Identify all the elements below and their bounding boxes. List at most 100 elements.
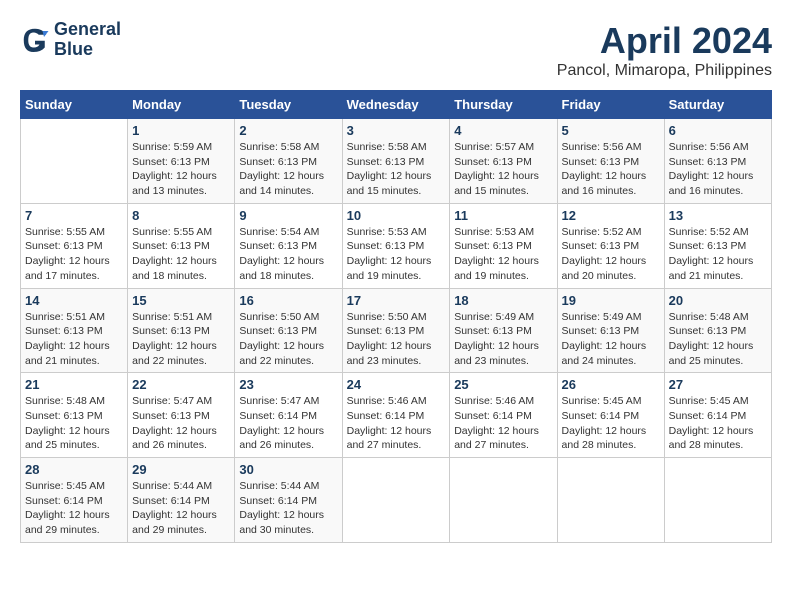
day-number: 23 — [239, 377, 337, 392]
calendar-week-4: 21 Sunrise: 5:48 AM Sunset: 6:13 PM Dayli… — [21, 373, 772, 458]
day-number: 12 — [562, 208, 660, 223]
calendar-cell: 5 Sunrise: 5:56 AM Sunset: 6:13 PM Daylig… — [557, 119, 664, 204]
calendar-cell: 19 Sunrise: 5:49 AM Sunset: 6:13 PM Dayli… — [557, 288, 664, 373]
calendar-cell: 24 Sunrise: 5:46 AM Sunset: 6:14 PM Dayli… — [342, 373, 450, 458]
day-info: Sunrise: 5:48 AM Sunset: 6:13 PM Dayligh… — [25, 394, 123, 453]
weekday-header-thursday: Thursday — [450, 91, 557, 119]
calendar-week-1: 1Sunrise: 5:59 AM Sunset: 6:13 PM Daylig… — [21, 119, 772, 204]
day-info: Sunrise: 5:56 AM Sunset: 6:13 PM Dayligh… — [562, 140, 660, 199]
calendar-cell: 18 Sunrise: 5:49 AM Sunset: 6:13 PM Dayli… — [450, 288, 557, 373]
day-info: Sunrise: 5:47 AM Sunset: 6:13 PM Dayligh… — [132, 394, 230, 453]
day-info: Sunrise: 5:58 AM Sunset: 6:13 PM Dayligh… — [347, 140, 446, 199]
day-number: 27 — [669, 377, 767, 392]
day-number: 29 — [132, 462, 230, 477]
location-subtitle: Pancol, Mimaropa, Philippines — [557, 62, 772, 80]
month-year-title: April 2024 — [557, 20, 772, 62]
calendar-cell — [21, 119, 128, 204]
day-info: Sunrise: 5:49 AM Sunset: 6:13 PM Dayligh… — [562, 310, 660, 369]
day-number: 22 — [132, 377, 230, 392]
calendar-cell: 20 Sunrise: 5:48 AM Sunset: 6:13 PM Dayli… — [664, 288, 771, 373]
day-number: 7 — [25, 208, 123, 223]
day-info: Sunrise: 5:47 AM Sunset: 6:14 PM Dayligh… — [239, 394, 337, 453]
day-info: Sunrise: 5:55 AM Sunset: 6:13 PM Dayligh… — [25, 225, 123, 284]
calendar-cell: 6 Sunrise: 5:56 AM Sunset: 6:13 PM Daylig… — [664, 119, 771, 204]
calendar-cell: 4 Sunrise: 5:57 AM Sunset: 6:13 PM Daylig… — [450, 119, 557, 204]
day-info: Sunrise: 5:52 AM Sunset: 6:13 PM Dayligh… — [562, 225, 660, 284]
calendar-cell: 13Sunrise: 5:52 AM Sunset: 6:13 PM Dayli… — [664, 203, 771, 288]
day-info: Sunrise: 5:50 AM Sunset: 6:13 PM Dayligh… — [239, 310, 337, 369]
day-number: 28 — [25, 462, 123, 477]
title-section: April 2024 Pancol, Mimaropa, Philippines — [557, 20, 772, 80]
day-number: 16 — [239, 293, 337, 308]
weekday-header-tuesday: Tuesday — [235, 91, 342, 119]
day-info: Sunrise: 5:45 AM Sunset: 6:14 PM Dayligh… — [562, 394, 660, 453]
day-number: 20 — [669, 293, 767, 308]
calendar-week-2: 7 Sunrise: 5:55 AM Sunset: 6:13 PM Daylig… — [21, 203, 772, 288]
day-info: Sunrise: 5:58 AM Sunset: 6:13 PM Dayligh… — [239, 140, 337, 199]
day-info: Sunrise: 5:56 AM Sunset: 6:13 PM Dayligh… — [669, 140, 767, 199]
day-info: Sunrise: 5:53 AM Sunset: 6:13 PM Dayligh… — [454, 225, 552, 284]
calendar-cell: 7 Sunrise: 5:55 AM Sunset: 6:13 PM Daylig… — [21, 203, 128, 288]
calendar-cell: 12 Sunrise: 5:52 AM Sunset: 6:13 PM Dayli… — [557, 203, 664, 288]
weekday-header-saturday: Saturday — [664, 91, 771, 119]
day-info: Sunrise: 5:44 AM Sunset: 6:14 PM Dayligh… — [239, 479, 337, 538]
weekday-header-monday: Monday — [128, 91, 235, 119]
day-info: Sunrise: 5:45 AM Sunset: 6:14 PM Dayligh… — [669, 394, 767, 453]
day-info: Sunrise: 5:53 AM Sunset: 6:13 PM Dayligh… — [347, 225, 446, 284]
weekday-header-sunday: Sunday — [21, 91, 128, 119]
calendar-cell — [342, 458, 450, 543]
day-info: Sunrise: 5:49 AM Sunset: 6:13 PM Dayligh… — [454, 310, 552, 369]
day-number: 6 — [669, 123, 767, 138]
day-info: Sunrise: 5:50 AM Sunset: 6:13 PM Dayligh… — [347, 310, 446, 369]
day-number: 5 — [562, 123, 660, 138]
calendar-cell: 8Sunrise: 5:55 AM Sunset: 6:13 PM Daylig… — [128, 203, 235, 288]
day-number: 4 — [454, 123, 552, 138]
day-number: 26 — [562, 377, 660, 392]
day-info: Sunrise: 5:57 AM Sunset: 6:13 PM Dayligh… — [454, 140, 552, 199]
day-info: Sunrise: 5:51 AM Sunset: 6:13 PM Dayligh… — [132, 310, 230, 369]
day-number: 11 — [454, 208, 552, 223]
calendar-header-row: SundayMondayTuesdayWednesdayThursdayFrid… — [21, 91, 772, 119]
calendar-cell: 1Sunrise: 5:59 AM Sunset: 6:13 PM Daylig… — [128, 119, 235, 204]
weekday-header-friday: Friday — [557, 91, 664, 119]
day-number: 2 — [239, 123, 337, 138]
day-info: Sunrise: 5:46 AM Sunset: 6:14 PM Dayligh… — [454, 394, 552, 453]
calendar-cell: 30 Sunrise: 5:44 AM Sunset: 6:14 PM Dayli… — [235, 458, 342, 543]
day-number: 18 — [454, 293, 552, 308]
day-number: 8 — [132, 208, 230, 223]
calendar-table: SundayMondayTuesdayWednesdayThursdayFrid… — [20, 90, 772, 543]
weekday-header-wednesday: Wednesday — [342, 91, 450, 119]
calendar-cell: 25 Sunrise: 5:46 AM Sunset: 6:14 PM Dayli… — [450, 373, 557, 458]
calendar-week-3: 14 Sunrise: 5:51 AM Sunset: 6:13 PM Dayli… — [21, 288, 772, 373]
logo-text: General Blue — [54, 20, 121, 60]
calendar-week-5: 28Sunrise: 5:45 AM Sunset: 6:14 PM Dayli… — [21, 458, 772, 543]
day-number: 24 — [347, 377, 446, 392]
day-number: 21 — [25, 377, 123, 392]
calendar-cell: 22 Sunrise: 5:47 AM Sunset: 6:13 PM Dayli… — [128, 373, 235, 458]
logo: General Blue — [20, 20, 121, 60]
calendar-cell: 14Sunrise: 5:51 AM Sunset: 6:13 PM Dayli… — [21, 288, 128, 373]
logo-icon — [20, 25, 50, 55]
day-number: 3 — [347, 123, 446, 138]
calendar-cell — [557, 458, 664, 543]
day-number: 30 — [239, 462, 337, 477]
calendar-cell: 10 Sunrise: 5:53 AM Sunset: 6:13 PM Dayli… — [342, 203, 450, 288]
day-number: 14 — [25, 293, 123, 308]
calendar-cell: 9Sunrise: 5:54 AM Sunset: 6:13 PM Daylig… — [235, 203, 342, 288]
day-number: 25 — [454, 377, 552, 392]
day-info: Sunrise: 5:48 AM Sunset: 6:13 PM Dayligh… — [669, 310, 767, 369]
calendar-cell: 17 Sunrise: 5:50 AM Sunset: 6:13 PM Dayli… — [342, 288, 450, 373]
calendar-cell: 27 Sunrise: 5:45 AM Sunset: 6:14 PM Dayli… — [664, 373, 771, 458]
calendar-cell — [664, 458, 771, 543]
day-number: 10 — [347, 208, 446, 223]
day-number: 19 — [562, 293, 660, 308]
day-number: 15 — [132, 293, 230, 308]
day-number: 17 — [347, 293, 446, 308]
calendar-cell: 2 Sunrise: 5:58 AM Sunset: 6:13 PM Daylig… — [235, 119, 342, 204]
day-number: 1 — [132, 123, 230, 138]
calendar-cell: 3 Sunrise: 5:58 AM Sunset: 6:13 PM Daylig… — [342, 119, 450, 204]
day-info: Sunrise: 5:44 AM Sunset: 6:14 PM Dayligh… — [132, 479, 230, 538]
day-number: 9 — [239, 208, 337, 223]
day-info: Sunrise: 5:46 AM Sunset: 6:14 PM Dayligh… — [347, 394, 446, 453]
calendar-cell: 11 Sunrise: 5:53 AM Sunset: 6:13 PM Dayli… — [450, 203, 557, 288]
